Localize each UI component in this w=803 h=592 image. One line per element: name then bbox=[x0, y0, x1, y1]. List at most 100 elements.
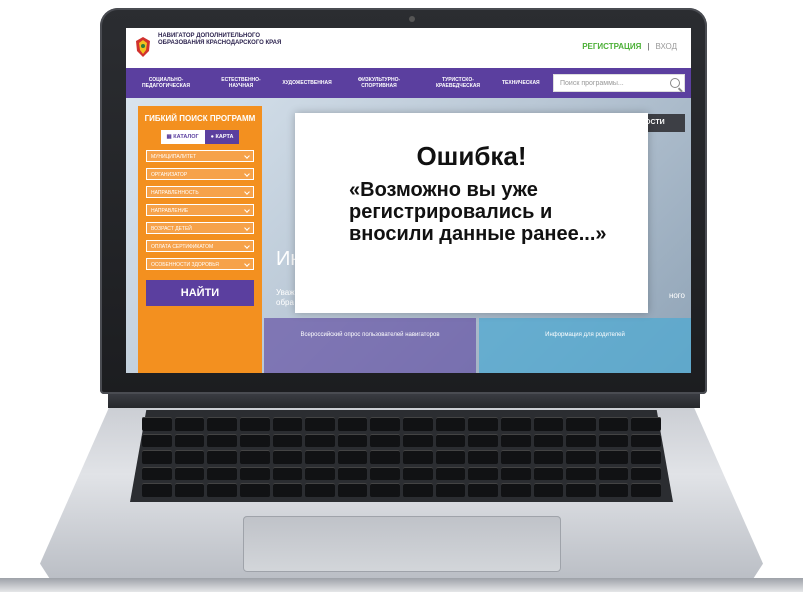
keyboard-key bbox=[272, 450, 303, 464]
keyboard-key bbox=[337, 433, 368, 448]
banner-right-text: ного bbox=[668, 291, 685, 300]
keyboard-key bbox=[272, 466, 303, 481]
filter-focus[interactable]: НАПРАВЛЕННОСТЬ bbox=[146, 186, 254, 198]
keyboard-key bbox=[468, 450, 498, 464]
keyboard-key bbox=[403, 483, 433, 497]
site-brand[interactable]: НАВИГАТОР ДОПОЛНИТЕЛЬНОГО ОБРАЗОВАНИЯ КР… bbox=[158, 33, 298, 47]
keyboard-key bbox=[239, 450, 270, 464]
filter-panel: ГИБКИЙ ПОИСК ПРОГРАММ ▦ КАТАЛОГ ● КАРТА … bbox=[138, 106, 262, 373]
filter-panel-title: ГИБКИЙ ПОИСК ПРОГРАММ bbox=[144, 114, 256, 123]
keyboard-key bbox=[598, 433, 629, 448]
keyboard-key bbox=[305, 433, 335, 448]
laptop-screen: НАВИГАТОР ДОПОЛНИТЕЛЬНОГО ОБРАЗОВАНИЯ КР… bbox=[126, 28, 691, 373]
keyboard-keys bbox=[140, 415, 663, 499]
keyboard-key bbox=[403, 433, 433, 448]
main-nav: СОЦИАЛЬНО-ПЕДАГОГИЧЕСКАЯ ЕСТЕСТВЕННО-НАУ… bbox=[126, 68, 691, 98]
crest-logo-icon bbox=[136, 37, 150, 57]
keyboard-key bbox=[174, 466, 205, 481]
keyboard-key bbox=[239, 466, 270, 481]
keyboard-key bbox=[174, 483, 205, 497]
keyboard-key bbox=[500, 466, 531, 481]
search-input[interactable]: Поиск программы... bbox=[553, 74, 685, 92]
parents-info-tile[interactable]: Информация для родителей bbox=[479, 318, 691, 373]
keyboard-key bbox=[272, 417, 303, 431]
filter-municipality[interactable]: МУНИЦИПАЛИТЕТ bbox=[146, 150, 254, 162]
nav-item-tourism[interactable]: ТУРИСТСКО-КРАЕВЕДЧЕСКАЯ bbox=[420, 77, 496, 89]
keyboard-key bbox=[207, 466, 237, 481]
tab-map[interactable]: ● КАРТА bbox=[204, 130, 240, 144]
register-link[interactable]: РЕГИСТРАЦИЯ bbox=[582, 42, 641, 51]
keyboard-key bbox=[174, 433, 205, 448]
filter-age[interactable]: ВОЗРАСТ ДЕТЕЙ bbox=[146, 222, 254, 234]
touchpad bbox=[243, 516, 561, 572]
filter-health[interactable]: ОСОБЕННОСТИ ЗДОРОВЬЯ bbox=[146, 258, 254, 270]
keyboard-key bbox=[305, 450, 335, 464]
filter-organizer[interactable]: ОРГАНИЗАТОР bbox=[146, 168, 254, 180]
keyboard-key bbox=[403, 450, 433, 464]
keyboard-key bbox=[435, 417, 466, 431]
auth-separator: | bbox=[647, 42, 650, 51]
login-link[interactable]: ВХОД bbox=[655, 42, 677, 51]
keyboard-key bbox=[370, 433, 400, 448]
keyboard-key bbox=[500, 450, 531, 464]
keyboard-key bbox=[533, 483, 564, 497]
keyboard-key bbox=[631, 433, 661, 448]
laptop-front-edge bbox=[0, 578, 803, 592]
keyboard-key bbox=[207, 417, 237, 431]
keyboard-key bbox=[566, 450, 596, 464]
site-header: НАВИГАТОР ДОПОЛНИТЕЛЬНОГО ОБРАЗОВАНИЯ КР… bbox=[126, 28, 691, 68]
keyboard-key bbox=[239, 433, 270, 448]
keyboard-key bbox=[370, 450, 400, 464]
keyboard-key bbox=[500, 433, 531, 448]
keyboard-key bbox=[631, 450, 661, 464]
keyboard-key bbox=[337, 466, 368, 481]
keyboard-key bbox=[272, 433, 303, 448]
keyboard-key bbox=[207, 433, 237, 448]
error-modal: Ошибка! «Возможно вы уже регистрировалис… bbox=[295, 113, 648, 313]
keyboard-key bbox=[337, 483, 368, 497]
laptop-hinge bbox=[108, 394, 700, 408]
banner-sub-line2: обра bbox=[276, 298, 294, 307]
keyboard-key bbox=[435, 433, 466, 448]
banner-subtext: Уваж обра bbox=[276, 288, 295, 308]
keyboard-key bbox=[337, 417, 368, 431]
webcam bbox=[409, 16, 415, 22]
keyboard-key bbox=[598, 450, 629, 464]
nav-item-science[interactable]: ЕСТЕСТВЕННО-НАУЧНАЯ bbox=[206, 77, 276, 89]
keyboard-key bbox=[468, 483, 498, 497]
keyboard-key bbox=[305, 417, 335, 431]
nav-item-art[interactable]: ХУДОЖЕСТВЕННАЯ bbox=[276, 80, 338, 86]
find-button[interactable]: НАЙТИ bbox=[146, 280, 254, 306]
nav-item-social[interactable]: СОЦИАЛЬНО-ПЕДАГОГИЧЕСКАЯ bbox=[126, 77, 206, 89]
keyboard-key bbox=[370, 417, 400, 431]
keyboard-key bbox=[500, 417, 531, 431]
filter-certificate[interactable]: ОПЛАТА СЕРТИФИКАТОМ bbox=[146, 240, 254, 252]
keyboard-key bbox=[598, 417, 629, 431]
keyboard-key bbox=[207, 483, 237, 497]
keyboard-key bbox=[370, 483, 400, 497]
auth-links: РЕГИСТРАЦИЯ | ВХОД bbox=[582, 42, 677, 51]
search-icon[interactable] bbox=[670, 78, 680, 88]
keyboard-key bbox=[533, 450, 564, 464]
laptop-mockup: НАВИГАТОР ДОПОЛНИТЕЛЬНОГО ОБРАЗОВАНИЯ КР… bbox=[0, 0, 803, 592]
keyboard-key bbox=[272, 483, 303, 497]
survey-tile[interactable]: Всероссийский опрос пользователей навига… bbox=[264, 318, 476, 373]
keyboard-key bbox=[631, 417, 661, 431]
keyboard-key bbox=[403, 466, 433, 481]
nav-item-sport[interactable]: ФИЗКУЛЬТУРНО-СПОРТИВНАЯ bbox=[338, 77, 420, 89]
keyboard-key bbox=[533, 466, 564, 481]
keyboard-key bbox=[403, 417, 433, 431]
keyboard-key bbox=[239, 417, 270, 431]
keyboard-key bbox=[239, 483, 270, 497]
tab-catalog-label: КАТАЛОГ bbox=[173, 134, 199, 140]
filter-direction[interactable]: НАПРАВЛЕНИЕ bbox=[146, 204, 254, 216]
keyboard-key bbox=[142, 417, 172, 431]
nav-item-tech[interactable]: ТЕХНИЧЕСКАЯ bbox=[496, 80, 544, 86]
keyboard-key bbox=[533, 433, 564, 448]
keyboard-key bbox=[337, 450, 368, 464]
keyboard-key bbox=[174, 450, 205, 464]
tab-catalog[interactable]: ▦ КАТАЛОГ bbox=[160, 130, 205, 144]
keyboard-key bbox=[468, 417, 498, 431]
banner-sub-line1: Уваж bbox=[276, 288, 295, 297]
error-title: Ошибка! bbox=[416, 141, 527, 171]
